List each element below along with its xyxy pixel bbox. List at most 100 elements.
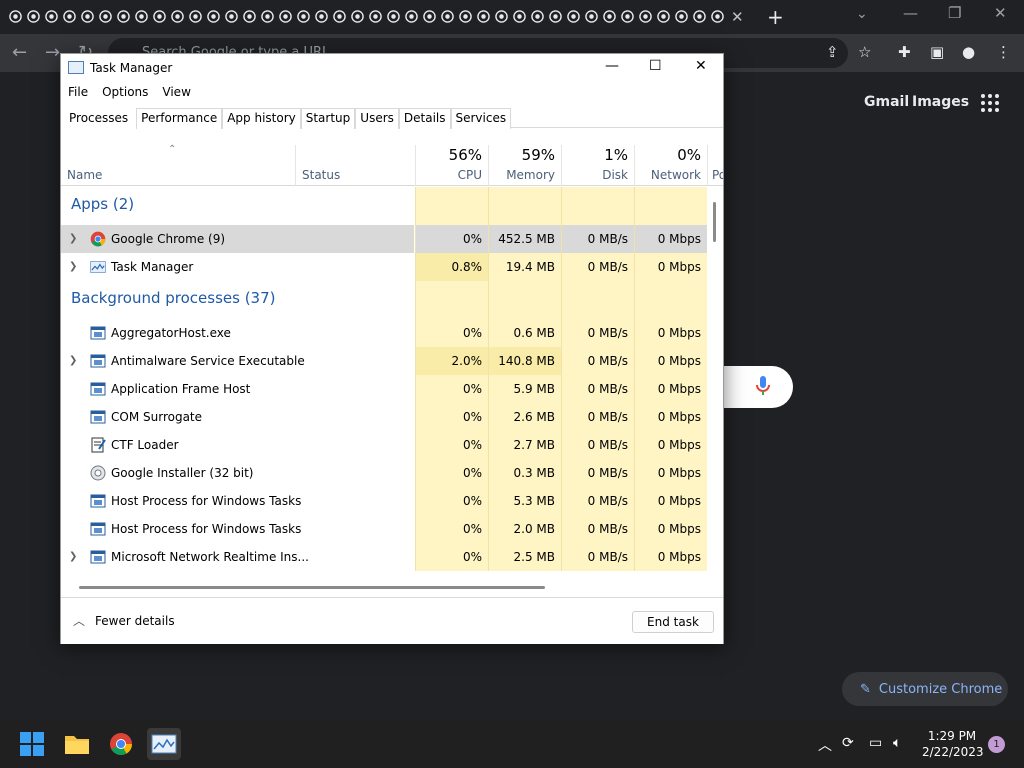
expand-chevron-icon[interactable]: ❯	[69, 253, 77, 281]
menu-icon[interactable]: ⋮	[996, 43, 1011, 61]
chrome-tab[interactable]	[530, 8, 545, 25]
start-button[interactable]	[15, 728, 49, 760]
file-explorer-button[interactable]	[60, 728, 94, 760]
minimize-button[interactable]: —	[903, 4, 918, 22]
tab-performance[interactable]: Performance	[136, 108, 223, 129]
expand-chevron-icon[interactable]: ❯	[69, 225, 77, 253]
chrome-tab[interactable]	[296, 8, 311, 25]
chrome-tab[interactable]	[512, 8, 527, 25]
process-row[interactable]: COM Surrogate 0% 2.6 MB 0 MB/s 0 Mbps	[61, 403, 709, 431]
tab-startup[interactable]: Startup	[300, 108, 356, 129]
process-row[interactable]: ❯ Task Manager 0.8% 19.4 MB 0 MB/s 0 Mbps	[61, 253, 709, 281]
chrome-tab[interactable]	[188, 8, 203, 25]
chrome-tab[interactable]	[602, 8, 617, 25]
column-network[interactable]: 0% Network	[634, 145, 707, 186]
chrome-tab[interactable]	[98, 8, 113, 25]
chrome-tab[interactable]	[494, 8, 509, 25]
tm-maximize-button[interactable]: ☐	[649, 58, 662, 74]
menu-file[interactable]: File	[61, 85, 95, 105]
chrome-tab[interactable]	[692, 8, 707, 25]
menu-options[interactable]: Options	[95, 85, 155, 105]
chrome-tab[interactable]	[116, 8, 131, 25]
chrome-tab[interactable]	[440, 8, 455, 25]
chrome-tab[interactable]	[656, 8, 671, 25]
chrome-tab[interactable]	[170, 8, 185, 25]
column-disk[interactable]: 1% Disk	[561, 145, 634, 186]
chrome-tab[interactable]	[80, 8, 95, 25]
restore-button[interactable]: ❐	[948, 4, 961, 22]
task-manager-taskbar-button[interactable]	[147, 728, 181, 760]
gmail-link[interactable]: Gmail	[864, 94, 909, 110]
chrome-tab[interactable]	[638, 8, 653, 25]
chrome-tab[interactable]	[350, 8, 365, 25]
horizontal-scrollbar[interactable]	[79, 586, 545, 589]
clock[interactable]: 1:29 PM 2/22/2023	[922, 728, 984, 760]
chrome-tab[interactable]	[8, 8, 23, 25]
fewer-details-button[interactable]: ︿ Fewer details	[73, 612, 175, 629]
chrome-tab[interactable]	[404, 8, 419, 25]
chrome-tab[interactable]	[584, 8, 599, 25]
volume-icon[interactable]: 🔈︎	[893, 735, 901, 751]
customize-chrome-button[interactable]: ✎ Customize Chrome	[842, 672, 1008, 706]
notification-badge[interactable]: 1	[988, 736, 1005, 753]
chrome-tab[interactable]	[314, 8, 329, 25]
tab-details[interactable]: Details	[398, 108, 451, 129]
chrome-tab[interactable]	[566, 8, 581, 25]
chrome-tab[interactable]	[260, 8, 275, 25]
close-tab-icon[interactable]: ✕	[731, 8, 744, 26]
chrome-tab[interactable]	[674, 8, 689, 25]
chrome-tab[interactable]	[548, 8, 563, 25]
close-window-button[interactable]: ✕	[994, 4, 1007, 22]
new-tab-button[interactable]: +	[767, 5, 784, 29]
back-icon[interactable]: ←	[12, 42, 27, 63]
bookmark-star-icon[interactable]: ☆	[858, 43, 871, 61]
chrome-tab[interactable]	[386, 8, 401, 25]
menu-view[interactable]: View	[155, 85, 197, 105]
chrome-tab[interactable]	[44, 8, 59, 25]
chrome-tab[interactable]	[422, 8, 437, 25]
sync-icon[interactable]: ⟳	[842, 735, 854, 751]
chrome-tab[interactable]	[134, 8, 149, 25]
chrome-tab[interactable]	[206, 8, 221, 25]
show-hidden-icons[interactable]: ︿	[818, 735, 832, 755]
chrome-tab[interactable]	[62, 8, 77, 25]
column-status[interactable]: Status	[295, 145, 415, 186]
chrome-tab[interactable]	[620, 8, 635, 25]
chrome-tab[interactable]	[242, 8, 257, 25]
tm-close-button[interactable]: ✕	[695, 58, 707, 74]
expand-chevron-icon[interactable]: ❯	[69, 347, 77, 375]
chrome-tab[interactable]	[278, 8, 293, 25]
process-row[interactable]: Google Installer (32 bit) 0% 0.3 MB 0 MB/s 0…	[61, 459, 709, 487]
column-power[interactable]: Po	[707, 145, 723, 186]
extensions-icon[interactable]: ✚	[898, 43, 911, 61]
tab-app-history[interactable]: App history	[222, 108, 301, 129]
chrome-tab[interactable]	[224, 8, 239, 25]
expand-chevron-icon[interactable]: ❯	[69, 543, 77, 571]
title-bar[interactable]: Task Manager — ☐ ✕	[61, 54, 723, 84]
chrome-tab[interactable]	[368, 8, 383, 25]
column-cpu[interactable]: 56% CPU	[415, 145, 488, 186]
process-row[interactable]: CTF Loader 0% 2.7 MB 0 MB/s 0 Mbps	[61, 431, 709, 459]
process-row[interactable]: Host Process for Windows Tasks 0% 5.3 MB 0 …	[61, 487, 709, 515]
tab-users[interactable]: Users	[355, 108, 399, 129]
tab-processes[interactable]: Processes	[61, 108, 137, 129]
google-apps-icon[interactable]	[981, 94, 1001, 112]
side-panel-icon[interactable]: ▣	[930, 43, 944, 61]
network-icon[interactable]: ▭	[869, 735, 882, 751]
process-row[interactable]: Host Process for Windows Tasks 0% 2.0 MB 0 …	[61, 515, 709, 543]
vertical-scrollbar[interactable]	[713, 202, 716, 242]
chrome-tab[interactable]	[476, 8, 491, 25]
chrome-tab[interactable]	[458, 8, 473, 25]
chrome-tab[interactable]	[332, 8, 347, 25]
column-memory[interactable]: 59% Memory	[488, 145, 561, 186]
end-task-button[interactable]: End task	[632, 611, 714, 633]
tab-services[interactable]: Services	[450, 108, 512, 129]
process-row[interactable]: Application Frame Host 0% 5.9 MB 0 MB/s 0 Mb…	[61, 375, 709, 403]
process-row[interactable]: ❯ Microsoft Network Realtime Ins... 0% 2.5 …	[61, 543, 709, 571]
images-link[interactable]: Images	[912, 94, 969, 110]
process-row[interactable]: ❯ Antimalware Service Executable 2.0% 140.8…	[61, 347, 709, 375]
process-row[interactable]: ❯ Google Chrome (9) 0% 452.5 MB 0 MB/s 0 Mbps	[61, 225, 709, 253]
chrome-tab[interactable]	[152, 8, 167, 25]
tab-search-icon[interactable]: ⌄	[856, 6, 868, 22]
tm-minimize-button[interactable]: —	[605, 58, 619, 74]
